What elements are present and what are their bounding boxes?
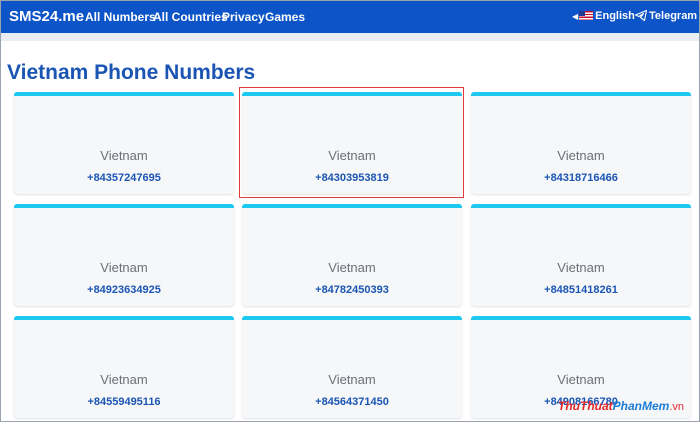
brand-logo[interactable]: SMS24.me bbox=[9, 8, 84, 25]
nav-games[interactable]: Games bbox=[265, 10, 305, 24]
watermark-part-2: PhanMem bbox=[612, 399, 670, 413]
telegram-label: Telegram bbox=[649, 10, 698, 22]
card-country: Vietnam bbox=[100, 260, 148, 275]
card-phone-number[interactable]: +84782450393 bbox=[242, 284, 462, 296]
card-country: Vietnam bbox=[328, 148, 376, 163]
watermark: ThuThuatPhanMem.vn bbox=[558, 399, 684, 413]
card-accent-bar bbox=[14, 92, 234, 96]
language-dropdown[interactable]: ◀ English bbox=[572, 10, 635, 22]
card-phone-number[interactable]: +84851418261 bbox=[471, 284, 691, 296]
number-card[interactable]: Vietnam +84357247695 bbox=[14, 92, 234, 194]
card-country: Vietnam bbox=[557, 260, 605, 275]
card-country: Vietnam bbox=[100, 372, 148, 387]
card-accent-bar bbox=[471, 204, 691, 208]
number-card[interactable]: Vietnam +84564371450 bbox=[242, 316, 462, 418]
telegram-icon bbox=[634, 9, 648, 22]
watermark-part-1: ThuThuat bbox=[558, 399, 613, 413]
card-accent-bar bbox=[14, 204, 234, 208]
telegram-link[interactable]: Telegram bbox=[634, 9, 698, 22]
card-country: Vietnam bbox=[328, 260, 376, 275]
card-accent-bar bbox=[242, 316, 462, 320]
card-phone-number[interactable]: +84564371450 bbox=[242, 396, 462, 408]
card-country: Vietnam bbox=[100, 148, 148, 163]
nav-privacy[interactable]: Privacy bbox=[222, 10, 265, 24]
main-content: Vietnam Phone Numbers Vietnam +843572476… bbox=[1, 33, 699, 421]
card-accent-bar bbox=[471, 92, 691, 96]
number-card[interactable]: Vietnam +84303953819 bbox=[242, 92, 462, 194]
page-title: Vietnam Phone Numbers bbox=[7, 61, 256, 84]
top-navbar: SMS24.me All Numbers All Countries Priva… bbox=[1, 1, 699, 33]
card-accent-bar bbox=[242, 92, 462, 96]
browser-page: SMS24.me All Numbers All Countries Priva… bbox=[0, 0, 700, 422]
watermark-part-3: .vn bbox=[669, 401, 685, 413]
card-phone-number[interactable]: +84303953819 bbox=[242, 172, 462, 184]
card-phone-number[interactable]: +84357247695 bbox=[14, 172, 234, 184]
number-card[interactable]: Vietnam +84923634925 bbox=[14, 204, 234, 306]
card-country: Vietnam bbox=[328, 372, 376, 387]
card-accent-bar bbox=[471, 316, 691, 320]
card-country: Vietnam bbox=[557, 148, 605, 163]
card-phone-number[interactable]: +84559495116 bbox=[14, 396, 234, 408]
language-label: English bbox=[595, 10, 635, 22]
number-card[interactable]: Vietnam +84318716466 bbox=[471, 92, 691, 194]
nav-all-numbers[interactable]: All Numbers bbox=[85, 10, 156, 24]
us-flag-icon bbox=[579, 11, 594, 20]
nav-all-countries[interactable]: All Countries bbox=[153, 10, 228, 24]
card-accent-bar bbox=[242, 204, 462, 208]
number-card[interactable]: Vietnam +84782450393 bbox=[242, 204, 462, 306]
card-phone-number[interactable]: +84923634925 bbox=[14, 284, 234, 296]
number-card[interactable]: Vietnam +84559495116 bbox=[14, 316, 234, 418]
number-card[interactable]: Vietnam +84851418261 bbox=[471, 204, 691, 306]
card-country: Vietnam bbox=[557, 372, 605, 387]
card-accent-bar bbox=[14, 316, 234, 320]
card-phone-number[interactable]: +84318716466 bbox=[471, 172, 691, 184]
caret-left-icon: ◀ bbox=[572, 12, 579, 21]
